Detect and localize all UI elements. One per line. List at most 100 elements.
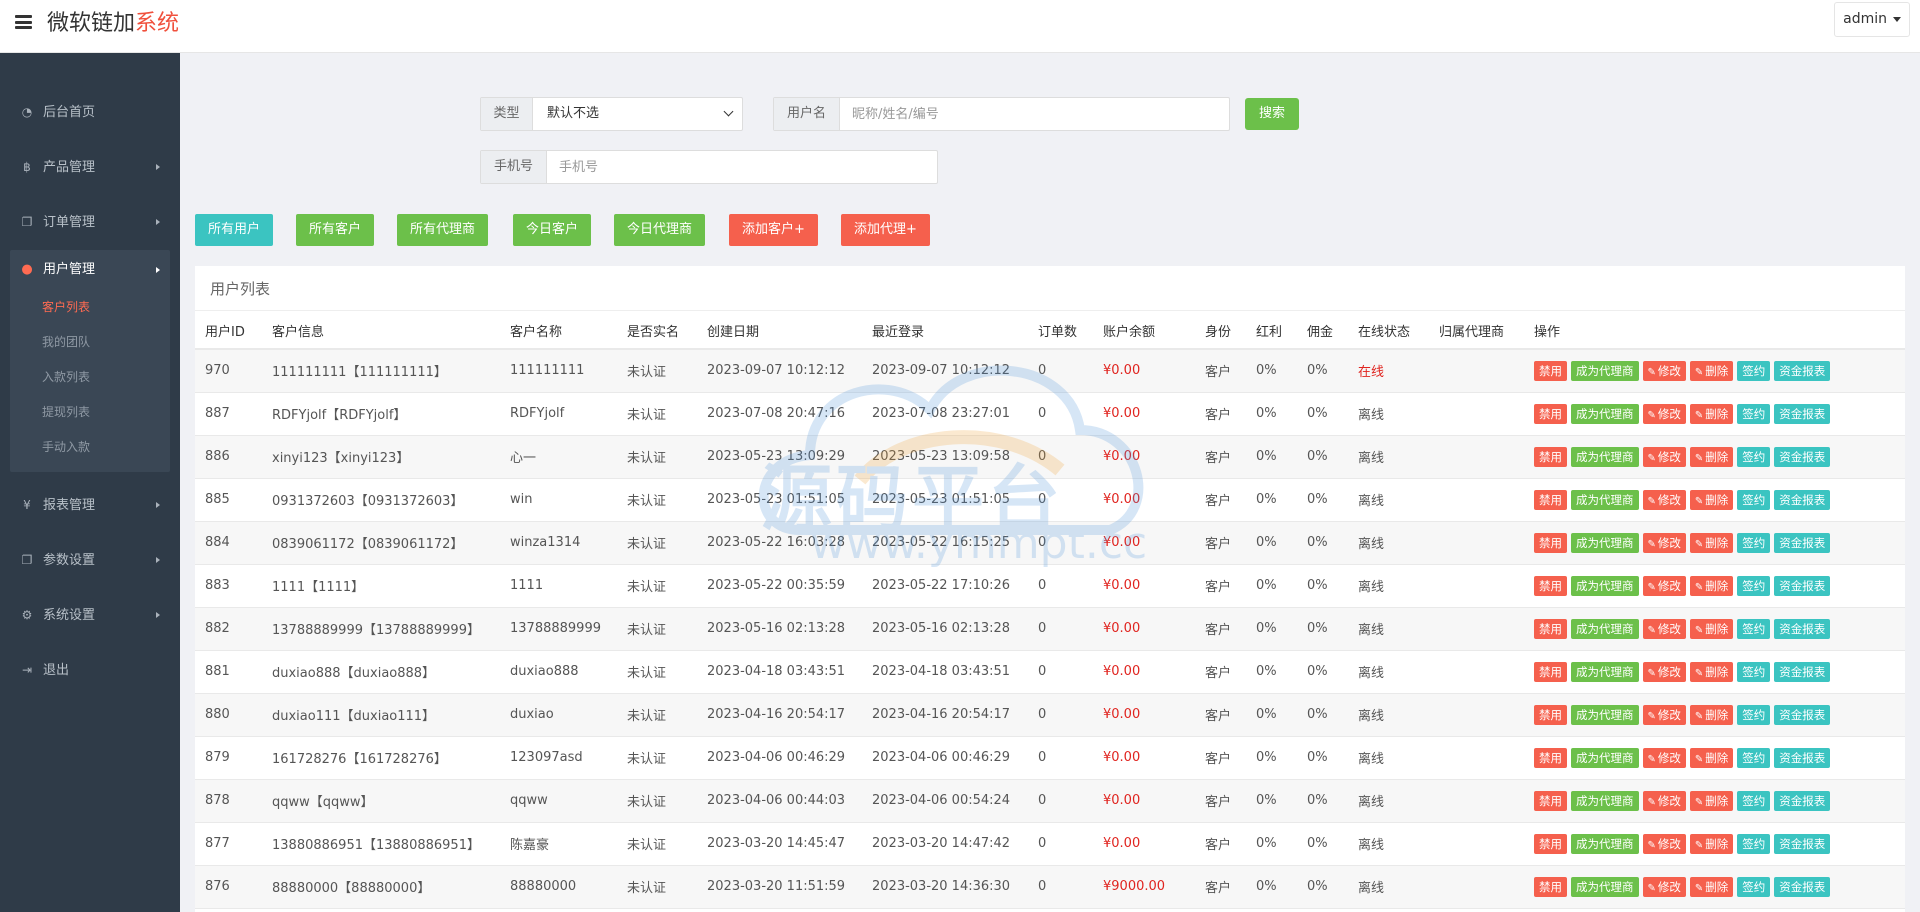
make-agent-button[interactable]: 成为代理商 — [1571, 403, 1639, 424]
fund-report-button[interactable]: 资金报表 — [1774, 618, 1831, 639]
edit-button[interactable]: ✎ 修改 — [1642, 876, 1686, 897]
disable-button[interactable]: 禁用 — [1534, 575, 1567, 596]
make-agent-button[interactable]: 成为代理商 — [1571, 790, 1639, 811]
sidebar-item-dashboard[interactable]: ◔ 后台首页 — [10, 92, 170, 132]
sign-button[interactable]: 签约 — [1737, 403, 1771, 424]
disable-button[interactable]: 禁用 — [1534, 360, 1567, 381]
username-input[interactable] — [840, 98, 1229, 130]
edit-button[interactable]: ✎ 修改 — [1642, 790, 1686, 811]
disable-button[interactable]: 禁用 — [1534, 790, 1567, 811]
sidebar-item-products[interactable]: ฿产品管理 — [10, 147, 170, 187]
sidebar-item-users[interactable]: ● 用户管理 — [10, 250, 170, 290]
make-agent-button[interactable]: 成为代理商 — [1571, 618, 1639, 639]
edit-button[interactable]: ✎ 修改 — [1642, 446, 1686, 467]
delete-button[interactable]: ✎ 删除 — [1689, 360, 1734, 381]
edit-button[interactable]: ✎ 修改 — [1642, 403, 1686, 424]
delete-button[interactable]: ✎ 删除 — [1689, 403, 1734, 424]
sign-button[interactable]: 签约 — [1737, 446, 1771, 467]
delete-button[interactable]: ✎ 删除 — [1689, 790, 1734, 811]
edit-button[interactable]: ✎ 修改 — [1642, 489, 1686, 510]
delete-button[interactable]: ✎ 删除 — [1689, 489, 1734, 510]
make-agent-button[interactable]: 成为代理商 — [1571, 833, 1639, 854]
sidebar-subitem-deposit-list[interactable]: 入款列表 — [10, 360, 170, 395]
sign-button[interactable]: 签约 — [1737, 575, 1771, 596]
sidebar-subitem-manual-deposit[interactable]: 手动入款 — [10, 430, 170, 465]
make-agent-button[interactable]: 成为代理商 — [1571, 532, 1639, 553]
sidebar-subitem-customer-list[interactable]: 客户列表 — [10, 290, 170, 325]
disable-button[interactable]: 禁用 — [1534, 747, 1567, 768]
fund-report-button[interactable]: 资金报表 — [1774, 403, 1831, 424]
make-agent-button[interactable]: 成为代理商 — [1571, 661, 1639, 682]
make-agent-button[interactable]: 成为代理商 — [1571, 575, 1639, 596]
fund-report-button[interactable]: 资金报表 — [1774, 747, 1831, 768]
sidebar-item-parameters[interactable]: ❐ 参数设置 — [10, 540, 170, 580]
disable-button[interactable]: 禁用 — [1534, 618, 1567, 639]
edit-button[interactable]: ✎ 修改 — [1642, 747, 1686, 768]
type-select[interactable]: 默认不选 — [533, 98, 742, 130]
fund-report-button[interactable]: 资金报表 — [1774, 704, 1831, 725]
edit-button[interactable]: ✎ 修改 — [1642, 360, 1686, 381]
sidebar-item-orders[interactable]: ❐ 订单管理 — [10, 202, 170, 242]
make-agent-button[interactable]: 成为代理商 — [1571, 360, 1639, 381]
add-customer-button[interactable]: 添加客户+ — [729, 214, 818, 246]
fund-report-button[interactable]: 资金报表 — [1774, 360, 1831, 381]
delete-button[interactable]: ✎ 删除 — [1689, 618, 1734, 639]
menu-toggle-icon[interactable] — [15, 15, 32, 29]
today-agents-button[interactable]: 今日代理商 — [614, 214, 706, 246]
make-agent-button[interactable]: 成为代理商 — [1571, 446, 1639, 467]
make-agent-button[interactable]: 成为代理商 — [1571, 704, 1639, 725]
sidebar-item-system[interactable]: ⚙ 系统设置 — [10, 595, 170, 635]
delete-button[interactable]: ✎ 删除 — [1689, 446, 1734, 467]
all-users-button[interactable]: 所有用户 — [195, 214, 274, 246]
sign-button[interactable]: 签约 — [1737, 876, 1771, 897]
sign-button[interactable]: 签约 — [1737, 489, 1771, 510]
all-agents-button[interactable]: 所有代理商 — [397, 214, 489, 246]
make-agent-button[interactable]: 成为代理商 — [1571, 747, 1639, 768]
disable-button[interactable]: 禁用 — [1534, 876, 1567, 897]
edit-button[interactable]: ✎ 修改 — [1642, 575, 1686, 596]
user-menu-button[interactable]: admin — [1834, 2, 1910, 37]
disable-button[interactable]: 禁用 — [1534, 704, 1567, 725]
sign-button[interactable]: 签约 — [1737, 704, 1771, 725]
disable-button[interactable]: 禁用 — [1534, 489, 1567, 510]
delete-button[interactable]: ✎ 删除 — [1689, 532, 1734, 553]
fund-report-button[interactable]: 资金报表 — [1774, 661, 1831, 682]
make-agent-button[interactable]: 成为代理商 — [1571, 876, 1639, 897]
phone-input[interactable] — [547, 151, 937, 183]
sidebar-item-reports[interactable]: ¥ 报表管理 — [10, 485, 170, 525]
search-button[interactable]: 搜索 — [1245, 98, 1299, 130]
add-agent-button[interactable]: 添加代理+ — [841, 214, 930, 246]
fund-report-button[interactable]: 资金报表 — [1774, 446, 1831, 467]
sidebar-subitem-my-team[interactable]: 我的团队 — [10, 325, 170, 360]
sign-button[interactable]: 签约 — [1737, 532, 1771, 553]
disable-button[interactable]: 禁用 — [1534, 532, 1567, 553]
sidebar-subitem-withdraw-list[interactable]: 提现列表 — [10, 395, 170, 430]
sign-button[interactable]: 签约 — [1737, 360, 1771, 381]
delete-button[interactable]: ✎ 删除 — [1689, 876, 1734, 897]
delete-button[interactable]: ✎ 删除 — [1689, 833, 1734, 854]
fund-report-button[interactable]: 资金报表 — [1774, 833, 1831, 854]
sign-button[interactable]: 签约 — [1737, 661, 1771, 682]
sign-button[interactable]: 签约 — [1737, 618, 1771, 639]
delete-button[interactable]: ✎ 删除 — [1689, 747, 1734, 768]
sign-button[interactable]: 签约 — [1737, 790, 1771, 811]
today-customers-button[interactable]: 今日客户 — [513, 214, 592, 246]
fund-report-button[interactable]: 资金报表 — [1774, 790, 1831, 811]
fund-report-button[interactable]: 资金报表 — [1774, 876, 1831, 897]
edit-button[interactable]: ✎ 修改 — [1642, 532, 1686, 553]
sign-button[interactable]: 签约 — [1737, 833, 1771, 854]
edit-button[interactable]: ✎ 修改 — [1642, 618, 1686, 639]
delete-button[interactable]: ✎ 删除 — [1689, 704, 1734, 725]
make-agent-button[interactable]: 成为代理商 — [1571, 489, 1639, 510]
disable-button[interactable]: 禁用 — [1534, 403, 1567, 424]
fund-report-button[interactable]: 资金报表 — [1774, 489, 1831, 510]
fund-report-button[interactable]: 资金报表 — [1774, 532, 1831, 553]
edit-button[interactable]: ✎ 修改 — [1642, 661, 1686, 682]
disable-button[interactable]: 禁用 — [1534, 833, 1567, 854]
fund-report-button[interactable]: 资金报表 — [1774, 575, 1831, 596]
sign-button[interactable]: 签约 — [1737, 747, 1771, 768]
disable-button[interactable]: 禁用 — [1534, 446, 1567, 467]
sidebar-item-logout[interactable]: ⇥ 退出 — [10, 650, 170, 690]
delete-button[interactable]: ✎ 删除 — [1689, 661, 1734, 682]
delete-button[interactable]: ✎ 删除 — [1689, 575, 1734, 596]
